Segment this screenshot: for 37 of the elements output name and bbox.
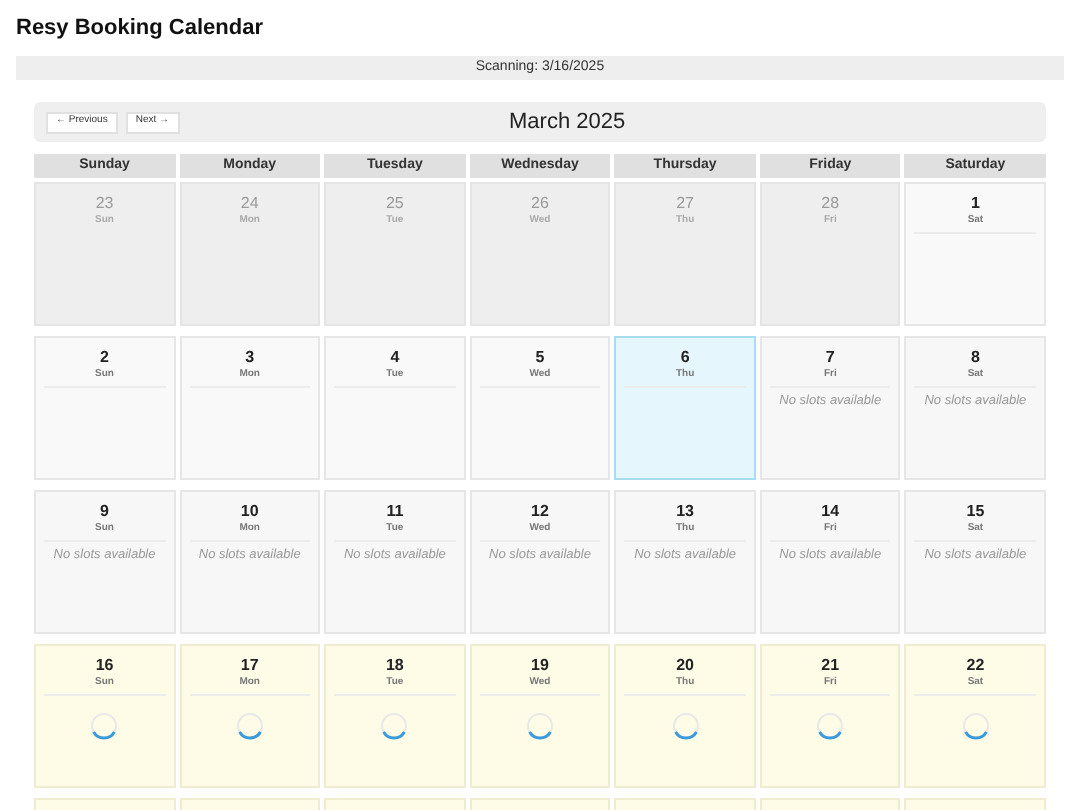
day-number: 23 [95,194,114,214]
day-number: 19 [531,656,549,676]
loading-spinner-icon [525,712,554,740]
loading-spinner-icon [671,712,700,740]
day-number: 8 [970,348,980,368]
loading-spinner-icon [235,712,264,740]
loading-spinner-icon [90,712,119,740]
day-number: 1 [970,194,980,214]
page-title: Resy Booking Calendar [16,14,265,42]
day-number: 2 [100,348,109,368]
loading-spinner-icon [380,712,409,740]
day-number: 9 [100,502,109,522]
day-number: 28 [821,194,840,214]
day-number: 11 [386,502,404,522]
day-number: 26 [531,194,549,214]
day-number: 22 [966,656,985,676]
day-number: 7 [825,348,835,368]
day-number: 17 [240,656,259,676]
day-number: 3 [245,348,255,368]
day-number: 15 [966,502,985,522]
day-number: 24 [240,194,259,214]
day-number: 13 [676,502,695,522]
day-number: 6 [680,348,690,368]
day-number: 27 [676,194,695,214]
day-number: 20 [676,656,695,676]
day-number: 21 [821,656,840,676]
day-number: 12 [531,502,549,522]
day-number: 10 [240,502,259,522]
month-title: March 2025 [509,107,626,138]
loading-spinner-icon [961,712,990,740]
day-number: 25 [385,194,404,214]
day-number: 5 [535,348,545,368]
day-number: 14 [821,502,840,522]
day-number: 18 [385,656,404,676]
day-number: 4 [390,348,400,368]
loading-spinner-icon [816,712,845,740]
day-number: 16 [95,656,114,676]
